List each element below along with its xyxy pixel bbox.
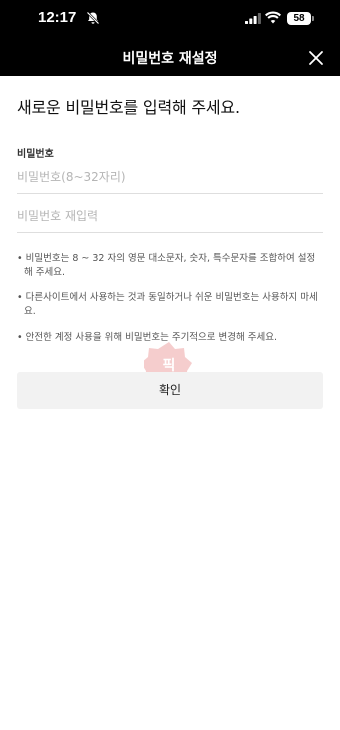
wifi-icon [265,11,281,24]
password-confirm-input[interactable] [17,199,323,233]
status-bar: 12:17 58 [0,0,340,38]
page-heading: 새로운 비밀번호를 입력해 주세요. [17,98,240,117]
battery-icon: 58 [287,12,311,25]
bell-off-icon [86,11,100,25]
notice-item: • 다른사이트에서 사용하는 것과 동일하거나 쉬운 비밀번호는 사용하지 마세… [17,292,318,317]
app-header: 비밀번호 재설정 [0,38,340,76]
page-title: 비밀번호 재설정 [122,51,218,67]
confirm-button[interactable]: 확인 [17,372,323,409]
battery-nub [312,16,314,21]
password-input[interactable] [17,160,323,194]
signal-icon [245,13,261,24]
status-time: 12:17 [38,9,77,26]
password-label: 비밀번호 [17,149,54,160]
notice-item: • 비밀번호는 8 ~ 32 자의 영문 대소문자, 숫자, 특수문자를 조합하… [17,253,316,278]
close-icon[interactable] [306,48,326,68]
